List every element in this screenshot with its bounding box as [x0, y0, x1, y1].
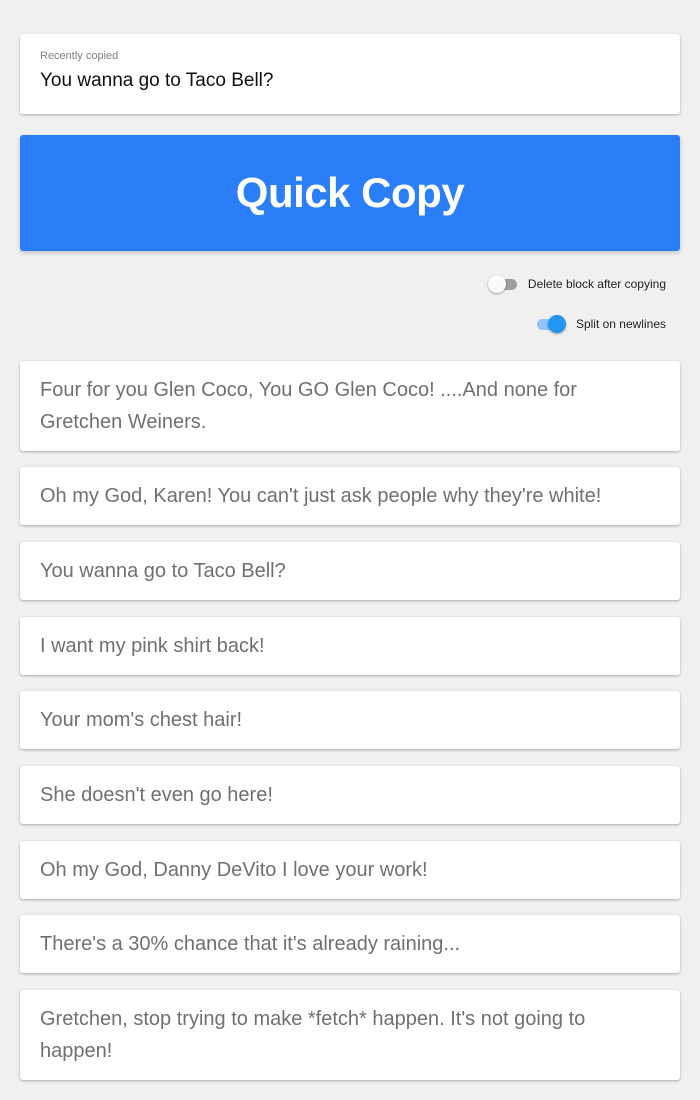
recently-copied-card: Recently copied You wanna go to Taco Bel…	[20, 34, 680, 114]
text-block-4[interactable]: I want my pink shirt back!	[20, 617, 680, 675]
split-newlines-label: Split on newlines	[575, 317, 666, 331]
text-block-2[interactable]: Oh my God, Karen! You can't just ask peo…	[20, 467, 680, 525]
toggle-thumb	[547, 315, 566, 333]
text-block-9[interactable]: Gretchen, stop trying to make *fetch* ha…	[20, 990, 680, 1080]
recently-copied-text: You wanna go to Taco Bell?	[40, 70, 274, 91]
text-block-6[interactable]: She doesn't even go here!	[20, 766, 680, 824]
quick-copy-button[interactable]: Quick Copy	[20, 135, 680, 251]
delete-after-copy-setting: Delete block after copying	[487, 274, 666, 294]
split-newlines-setting: Split on newlines	[536, 314, 666, 334]
recently-copied-label: Recently copied	[40, 50, 119, 62]
toggle-thumb	[487, 275, 506, 293]
text-block-5[interactable]: Your mom's chest hair!	[20, 691, 680, 749]
split-newlines-toggle[interactable]	[536, 314, 566, 334]
text-block-1[interactable]: Four for you Glen Coco, You GO Glen Coco…	[20, 361, 680, 451]
text-block-3[interactable]: You wanna go to Taco Bell?	[20, 542, 680, 600]
text-block-7[interactable]: Oh my God, Danny DeVito I love your work…	[20, 841, 680, 899]
delete-after-copy-toggle[interactable]	[487, 274, 518, 294]
text-block-8[interactable]: There's a 30% chance that it's already r…	[20, 915, 680, 973]
delete-after-copy-label: Delete block after copying	[527, 277, 666, 291]
